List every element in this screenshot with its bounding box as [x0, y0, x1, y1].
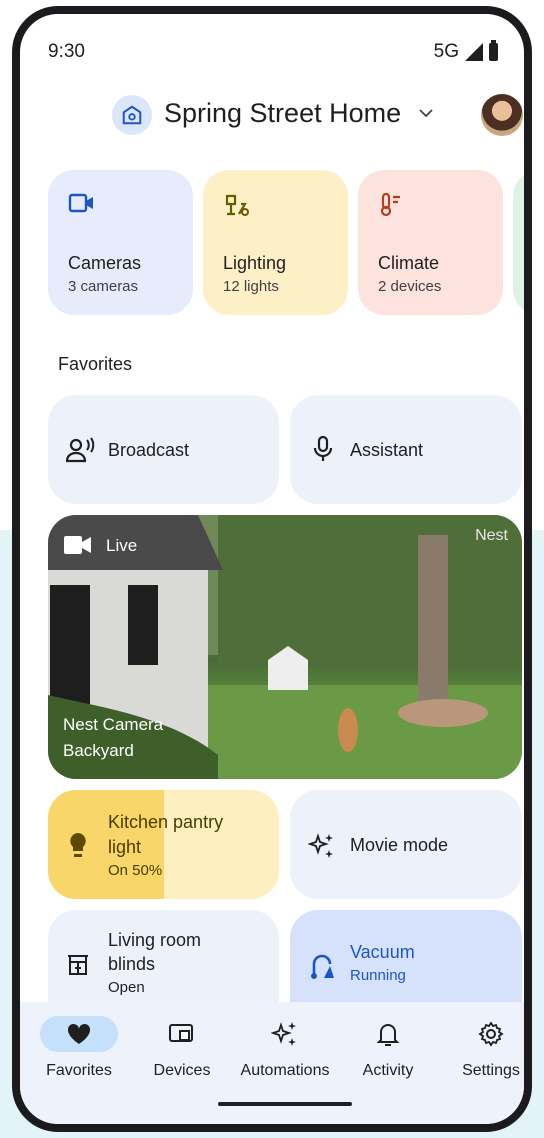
- category-sub: 2 devices: [378, 278, 442, 295]
- screen: 9:30 5G Spring Street Home Cameras 3 cam…: [20, 14, 524, 1124]
- kitchen-line1: Kitchen pantry: [108, 812, 224, 832]
- brightness-fill: [48, 790, 164, 899]
- nest-watermark: Nest: [475, 527, 508, 544]
- nav-indicator: [40, 1016, 118, 1052]
- battery-icon: [489, 40, 498, 61]
- category-sub: 12 lights: [223, 278, 279, 295]
- blinds-line2: blinds: [108, 954, 156, 974]
- category-cameras[interactable]: Cameras 3 cameras: [48, 170, 193, 315]
- camera-name-line2: Backyard: [63, 741, 134, 760]
- microphone-icon: [313, 435, 333, 461]
- thermometer-icon: [380, 192, 400, 217]
- video-icon: [64, 536, 91, 554]
- signal-icon: [465, 43, 483, 61]
- status-bar: 9:30 5G: [48, 40, 498, 64]
- nav-favorites[interactable]: Favorites: [29, 1002, 129, 1080]
- header: Spring Street Home: [20, 90, 524, 140]
- chevron-down-icon[interactable]: [418, 107, 434, 119]
- heart-icon: [67, 1023, 91, 1044]
- kitchen-line2: light: [108, 837, 142, 857]
- nav-icon-wrap: [349, 1016, 427, 1052]
- nav-label: Activity: [362, 1062, 414, 1079]
- assistant-tile[interactable]: Assistant: [290, 395, 522, 504]
- lightbulb-icon: [70, 833, 86, 857]
- nav-label: Devices: [153, 1062, 211, 1079]
- sparkle-icon: [308, 833, 333, 858]
- broadcast-tile[interactable]: Broadcast: [48, 395, 279, 504]
- movie-mode-label: Movie mode: [350, 835, 449, 855]
- devices-icon: [169, 1024, 193, 1042]
- nav-activity[interactable]: Activity: [338, 1002, 438, 1080]
- broadcast-icon: [66, 437, 95, 463]
- home-selector[interactable]: Spring Street Home: [164, 98, 401, 129]
- category-climate[interactable]: Climate 2 devices: [358, 170, 503, 315]
- camera-feed[interactable]: Live Nest Nest Camera Backyard: [48, 515, 522, 779]
- category-lighting[interactable]: Lighting 12 lights: [203, 170, 348, 315]
- status-icons: 5G: [433, 40, 498, 63]
- lamp-icon: [225, 194, 249, 216]
- blinds-icon: [68, 955, 88, 975]
- camera-name-line1: Nest Camera: [63, 715, 164, 734]
- movie-mode-tile[interactable]: Movie mode: [290, 790, 522, 899]
- nav-icon-wrap: [452, 1016, 524, 1052]
- kitchen-state: On 50%: [108, 862, 163, 879]
- nav-label: Settings: [462, 1062, 520, 1079]
- gear-icon: [478, 1021, 504, 1047]
- network-label: 5G: [433, 41, 459, 62]
- phone-frame: 9:30 5G Spring Street Home Cameras 3 cam…: [12, 6, 532, 1132]
- vacuum-state: Running: [350, 967, 406, 984]
- broadcast-label: Broadcast: [108, 440, 190, 460]
- home-icon: [112, 95, 152, 135]
- avatar[interactable]: [481, 94, 523, 136]
- nav-label: Automations: [240, 1062, 330, 1079]
- assistant-label: Assistant: [350, 440, 424, 460]
- camera-icon: [68, 193, 93, 213]
- nav-icon-wrap: [246, 1016, 324, 1052]
- bell-icon: [377, 1024, 399, 1046]
- nav-settings[interactable]: Settings: [441, 1002, 524, 1080]
- vacuum-name: Vacuum: [350, 942, 415, 962]
- live-label: Live: [106, 536, 138, 555]
- kitchen-light-tile[interactable]: Kitchen pantry light On 50%: [48, 790, 279, 899]
- category-name: Lighting: [223, 253, 287, 273]
- category-wifi[interactable]: W C: [513, 170, 524, 315]
- vacuum-icon: [311, 954, 334, 979]
- nav-label: Favorites: [46, 1062, 112, 1079]
- category-name: Climate: [378, 253, 440, 273]
- favorites-heading: Favorites: [58, 354, 133, 374]
- home-indicator[interactable]: [218, 1102, 352, 1106]
- nav-devices[interactable]: Devices: [132, 1002, 232, 1080]
- nav-automations[interactable]: Automations: [235, 1002, 335, 1080]
- sparkle-icon: [271, 1022, 296, 1046]
- bottom-navigation: Favorites Devices Automations Activity S…: [20, 1002, 524, 1124]
- nav-icon-wrap: [143, 1016, 221, 1052]
- category-sub: 3 cameras: [68, 278, 139, 295]
- status-time: 9:30: [48, 41, 85, 62]
- category-name: Cameras: [68, 253, 142, 273]
- blinds-line1: Living room: [108, 930, 202, 950]
- blinds-state: Open: [108, 979, 145, 996]
